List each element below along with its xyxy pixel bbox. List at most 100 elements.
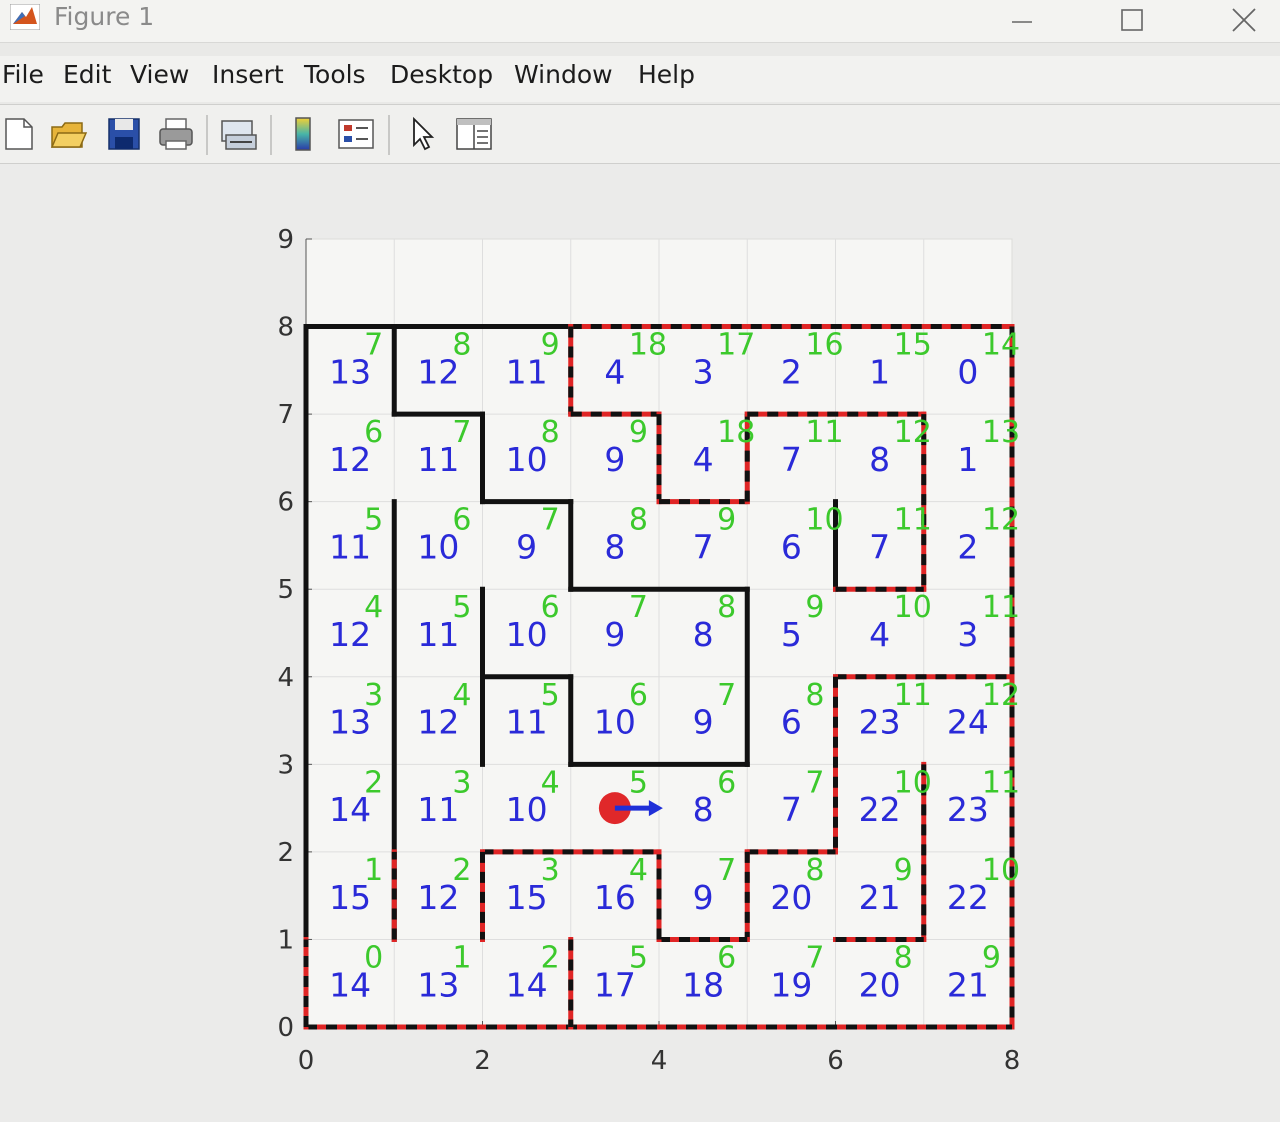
- print-icon[interactable]: [156, 113, 196, 155]
- cell-step-label: 8: [541, 415, 560, 450]
- cell-step-label: 5: [452, 590, 471, 625]
- y-tick-label: 1: [277, 925, 294, 955]
- new-figure-icon[interactable]: [0, 113, 40, 155]
- cell-step-label: 2: [364, 765, 383, 800]
- cell-step-label: 11: [982, 590, 1020, 625]
- figure-canvas: 0 1 2 3 4 5 6 7 8 9 0 2 4 6 8 13 7 12 8 11 9 4 18 3 17 2 16 1 15 0 14 1…: [0, 164, 1280, 1122]
- y-tick-label: 9: [277, 225, 294, 255]
- property-inspector-icon[interactable]: [454, 113, 494, 155]
- cell-value-label: 9: [693, 703, 714, 742]
- cell-step-label: 11: [894, 678, 932, 713]
- cell-step-label: 15: [894, 328, 932, 363]
- x-tick-label: 8: [1004, 1046, 1021, 1076]
- cell-step-label: 6: [541, 590, 560, 625]
- menu-edit[interactable]: Edit: [63, 60, 111, 89]
- cell-step-label: 8: [629, 503, 648, 538]
- y-tick-label: 6: [277, 488, 294, 518]
- cell-step-label: 5: [629, 940, 648, 975]
- y-tick-label: 7: [277, 400, 294, 430]
- cell-step-label: 5: [629, 765, 648, 800]
- cell-step-label: 18: [717, 415, 755, 450]
- cell-value-label: 6: [781, 528, 802, 567]
- cell-value-label: 1: [869, 352, 890, 391]
- cell-step-label: 11: [894, 503, 932, 538]
- cell-step-label: 9: [894, 853, 913, 888]
- cell-step-label: 12: [894, 415, 932, 450]
- edit-plot-arrow-icon[interactable]: [404, 113, 444, 155]
- y-tick-label: 8: [277, 313, 294, 343]
- colorbar-icon[interactable]: [284, 113, 324, 155]
- y-tick-label: 0: [277, 1013, 294, 1043]
- maze-plot[interactable]: 01234567890 2 4 6 81371281194183172161150141…: [0, 164, 1280, 1122]
- close-icon[interactable]: [1222, 4, 1266, 36]
- cell-step-label: 11: [982, 765, 1020, 800]
- cell-step-label: 7: [541, 503, 560, 538]
- cell-step-label: 4: [364, 590, 383, 625]
- cell-value-label: 7: [869, 528, 890, 567]
- cell-step-label: 8: [452, 328, 471, 363]
- x-tick-label: 4: [651, 1046, 668, 1076]
- cell-step-label: 7: [717, 678, 736, 713]
- x-tick-label: 2: [474, 1046, 491, 1076]
- link-plot-icon[interactable]: [218, 113, 258, 155]
- y-tick-label: 4: [277, 663, 294, 693]
- maximize-icon[interactable]: [1110, 4, 1154, 36]
- cell-value-label: 7: [693, 528, 714, 567]
- cell-step-label: 6: [717, 940, 736, 975]
- minimize-icon[interactable]: [1000, 4, 1044, 36]
- cell-step-label: 4: [541, 765, 560, 800]
- menu-file[interactable]: File: [2, 60, 44, 89]
- y-tick-label: 3: [277, 750, 294, 780]
- menu-help[interactable]: Help: [638, 60, 695, 89]
- menu-bar: File Edit View Insert Tools Desktop Wind…: [0, 56, 1280, 102]
- open-file-icon[interactable]: [48, 113, 88, 155]
- x-tick-label: 0: [298, 1046, 315, 1076]
- cell-step-label: 3: [541, 853, 560, 888]
- toolbar-separator: [206, 115, 208, 155]
- cell-step-label: 6: [717, 765, 736, 800]
- menu-desktop[interactable]: Desktop: [390, 60, 493, 89]
- matlab-icon: [10, 4, 40, 30]
- cell-step-label: 11: [805, 415, 843, 450]
- cell-step-label: 14: [982, 328, 1020, 363]
- cell-value-label: 5: [781, 615, 802, 654]
- cell-step-label: 7: [805, 940, 824, 975]
- cell-value-label: 9: [604, 440, 625, 479]
- cell-step-label: 6: [364, 415, 383, 450]
- cell-step-label: 3: [364, 678, 383, 713]
- y-tick-label: 2: [277, 838, 294, 868]
- cell-step-label: 4: [452, 678, 471, 713]
- cell-step-label: 7: [805, 765, 824, 800]
- cell-value-label: 4: [693, 440, 714, 479]
- cell-step-label: 10: [982, 853, 1020, 888]
- y-tick-label: 5: [277, 575, 294, 605]
- cell-value-label: 8: [693, 615, 714, 654]
- menu-tools[interactable]: Tools: [304, 60, 366, 89]
- cell-step-label: 8: [805, 853, 824, 888]
- cell-step-label: 6: [629, 678, 648, 713]
- cell-step-label: 8: [805, 678, 824, 713]
- cell-value-label: 8: [869, 440, 890, 479]
- cell-value-label: 8: [693, 790, 714, 829]
- cell-step-label: 5: [541, 678, 560, 713]
- cell-step-label: 9: [717, 503, 736, 538]
- cell-value-label: 1: [957, 440, 978, 479]
- cell-value-label: 3: [693, 352, 714, 391]
- cell-value-label: 3: [957, 615, 978, 654]
- cell-step-label: 12: [982, 678, 1020, 713]
- cell-step-label: 9: [982, 940, 1001, 975]
- cell-step-label: 10: [894, 765, 932, 800]
- cell-step-label: 7: [629, 590, 648, 625]
- save-icon[interactable]: [104, 113, 144, 155]
- menu-view[interactable]: View: [130, 60, 189, 89]
- cell-value-label: 6: [781, 703, 802, 742]
- legend-icon[interactable]: [336, 113, 376, 155]
- cell-step-label: 4: [629, 853, 648, 888]
- figure-toolbar: [0, 104, 1280, 164]
- cell-value-label: 2: [957, 528, 978, 567]
- cell-value-label: 9: [604, 615, 625, 654]
- menu-window[interactable]: Window: [514, 60, 613, 89]
- cell-step-label: 9: [541, 328, 560, 363]
- menu-insert[interactable]: Insert: [212, 60, 284, 89]
- cell-step-label: 10: [805, 503, 843, 538]
